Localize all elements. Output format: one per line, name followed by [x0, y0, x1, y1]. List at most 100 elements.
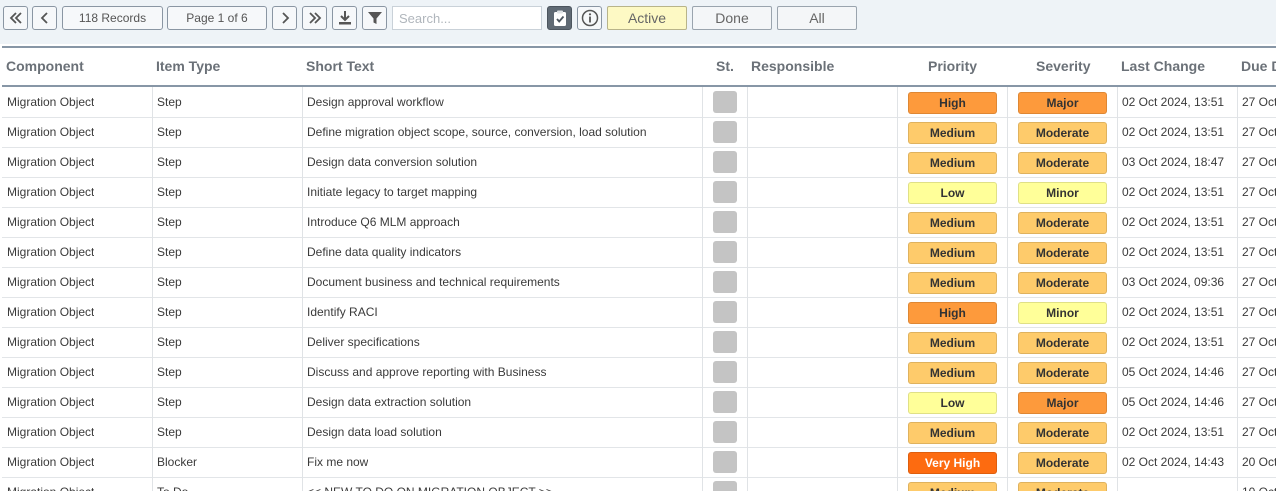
first-page-button[interactable]: [3, 6, 28, 30]
cell-last-change: 02 Oct 2024, 13:51: [1122, 335, 1225, 349]
status-indicator[interactable]: [713, 151, 737, 173]
cell-last-change: 03 Oct 2024, 18:47: [1122, 155, 1225, 169]
status-indicator[interactable]: [713, 211, 737, 233]
status-indicator[interactable]: [713, 301, 737, 323]
status-indicator[interactable]: [713, 481, 737, 491]
column-header-item-type[interactable]: Item Type: [156, 58, 220, 74]
severity-badge: Moderate: [1018, 122, 1107, 144]
priority-badge: Medium: [908, 272, 997, 294]
table-row[interactable]: Migration Object Step Design data conversi…: [2, 147, 1276, 178]
filter-button[interactable]: [362, 6, 387, 30]
cell-short-text: Discuss and approve reporting with Busin…: [307, 365, 547, 379]
next-page-button[interactable]: [272, 6, 297, 30]
table-row[interactable]: Migration Object Step Define data quality …: [2, 237, 1276, 268]
priority-badge: Low: [908, 392, 997, 414]
double-chevron-left-icon: [9, 12, 22, 24]
info-button[interactable]: [577, 6, 602, 30]
cell-item-type: Blocker: [157, 455, 198, 469]
cell-due-date: 27 Oct: [1242, 245, 1276, 259]
table-row[interactable]: Migration Object Step Design approval work…: [2, 87, 1276, 118]
table-row[interactable]: Migration Object Step Document business an…: [2, 267, 1276, 298]
status-indicator[interactable]: [713, 451, 737, 473]
clipboard-check-icon: [553, 10, 566, 26]
records-count: 118 Records: [62, 6, 163, 30]
cell-short-text: Design approval workflow: [307, 95, 444, 109]
cell-item-type: Step: [157, 275, 182, 289]
cell-component: Migration Object: [7, 425, 95, 439]
status-indicator[interactable]: [713, 241, 737, 263]
table-row[interactable]: Migration Object Step Initiate legacy to t…: [2, 177, 1276, 208]
status-indicator[interactable]: [713, 331, 737, 353]
search-input[interactable]: [392, 6, 542, 30]
priority-badge: Low: [908, 182, 997, 204]
status-indicator[interactable]: [713, 421, 737, 443]
cell-short-text: Design data load solution: [307, 425, 442, 439]
table-row[interactable]: Migration Object Step Design data extracti…: [2, 387, 1276, 418]
column-header-last-change[interactable]: Last Change: [1121, 58, 1205, 74]
column-header-responsible[interactable]: Responsible: [751, 58, 834, 74]
priority-badge: Very High: [908, 452, 997, 474]
column-divider: [897, 87, 898, 491]
cell-short-text: Identify RACI: [307, 305, 378, 319]
priority-badge: Medium: [908, 122, 997, 144]
cell-due-date: 27 Oct: [1242, 395, 1276, 409]
column-divider: [1007, 87, 1008, 491]
cell-component: Migration Object: [7, 245, 95, 259]
table-row[interactable]: Migration Object Step Define migration obj…: [2, 117, 1276, 148]
status-indicator[interactable]: [713, 271, 737, 293]
toolbar: 118 Records Page 1 of 6 Active Done All: [0, 0, 1276, 44]
double-chevron-right-icon: [308, 12, 321, 24]
priority-badge: Medium: [908, 422, 997, 444]
filter-active-button[interactable]: Active: [607, 6, 687, 30]
priority-badge: Medium: [908, 212, 997, 234]
cell-last-change: 02 Oct 2024, 13:51: [1122, 95, 1225, 109]
table-row[interactable]: Migration Object Step Deliver specificatio…: [2, 327, 1276, 358]
cell-short-text: Design data conversion solution: [307, 155, 478, 169]
priority-badge: Medium: [908, 242, 997, 264]
status-indicator[interactable]: [713, 121, 737, 143]
column-header-component[interactable]: Component: [6, 58, 84, 74]
download-button[interactable]: [332, 6, 357, 30]
status-indicator[interactable]: [713, 391, 737, 413]
priority-badge: Medium: [908, 362, 997, 384]
column-divider: [1237, 87, 1238, 491]
cell-component: Migration Object: [7, 395, 95, 409]
priority-badge: High: [908, 92, 997, 114]
table-row[interactable]: Migration Object Blocker Fix me now 02 Oct …: [2, 447, 1276, 478]
severity-badge: Moderate: [1018, 482, 1107, 491]
priority-badge: High: [908, 302, 997, 324]
cell-last-change: 02 Oct 2024, 13:51: [1122, 125, 1225, 139]
table-row[interactable]: Migration Object Step Identify RACI 02 Oct …: [2, 297, 1276, 328]
table-row[interactable]: Migration Object Step Introduce Q6 MLM app…: [2, 207, 1276, 238]
cell-item-type: Step: [157, 215, 182, 229]
data-grid: Component Item Type Short Text St. Respo…: [2, 46, 1276, 491]
column-header-status[interactable]: St.: [716, 58, 734, 74]
column-header-due-date[interactable]: Due D: [1241, 58, 1276, 74]
previous-page-button[interactable]: [32, 6, 57, 30]
status-indicator[interactable]: [713, 91, 737, 113]
table-row[interactable]: Migration Object Step Design data load sol…: [2, 417, 1276, 448]
cell-last-change: 05 Oct 2024, 14:46: [1122, 365, 1225, 379]
priority-badge: Medium: [908, 332, 997, 354]
cell-item-type: Step: [157, 185, 182, 199]
cell-last-change: 02 Oct 2024, 13:51: [1122, 425, 1225, 439]
severity-badge: Moderate: [1018, 332, 1107, 354]
status-indicator[interactable]: [713, 361, 737, 383]
checklist-button[interactable]: [547, 6, 572, 30]
filter-all-button[interactable]: All: [777, 6, 857, 30]
grid-header: Component Item Type Short Text St. Respo…: [2, 48, 1276, 87]
cell-last-change: 02 Oct 2024, 13:51: [1122, 215, 1225, 229]
funnel-icon: [367, 12, 382, 24]
chevron-left-icon: [40, 12, 48, 24]
cell-short-text: Introduce Q6 MLM approach: [307, 215, 460, 229]
column-header-severity[interactable]: Severity: [1036, 58, 1090, 74]
severity-badge: Moderate: [1018, 452, 1107, 474]
column-header-short-text[interactable]: Short Text: [306, 58, 374, 74]
filter-done-button[interactable]: Done: [692, 6, 772, 30]
status-indicator[interactable]: [713, 181, 737, 203]
column-header-priority[interactable]: Priority: [928, 58, 977, 74]
cell-due-date: 27 Oct: [1242, 95, 1276, 109]
last-page-button[interactable]: [302, 6, 327, 30]
severity-badge: Moderate: [1018, 422, 1107, 444]
table-row[interactable]: Migration Object Step Discuss and approve …: [2, 357, 1276, 388]
